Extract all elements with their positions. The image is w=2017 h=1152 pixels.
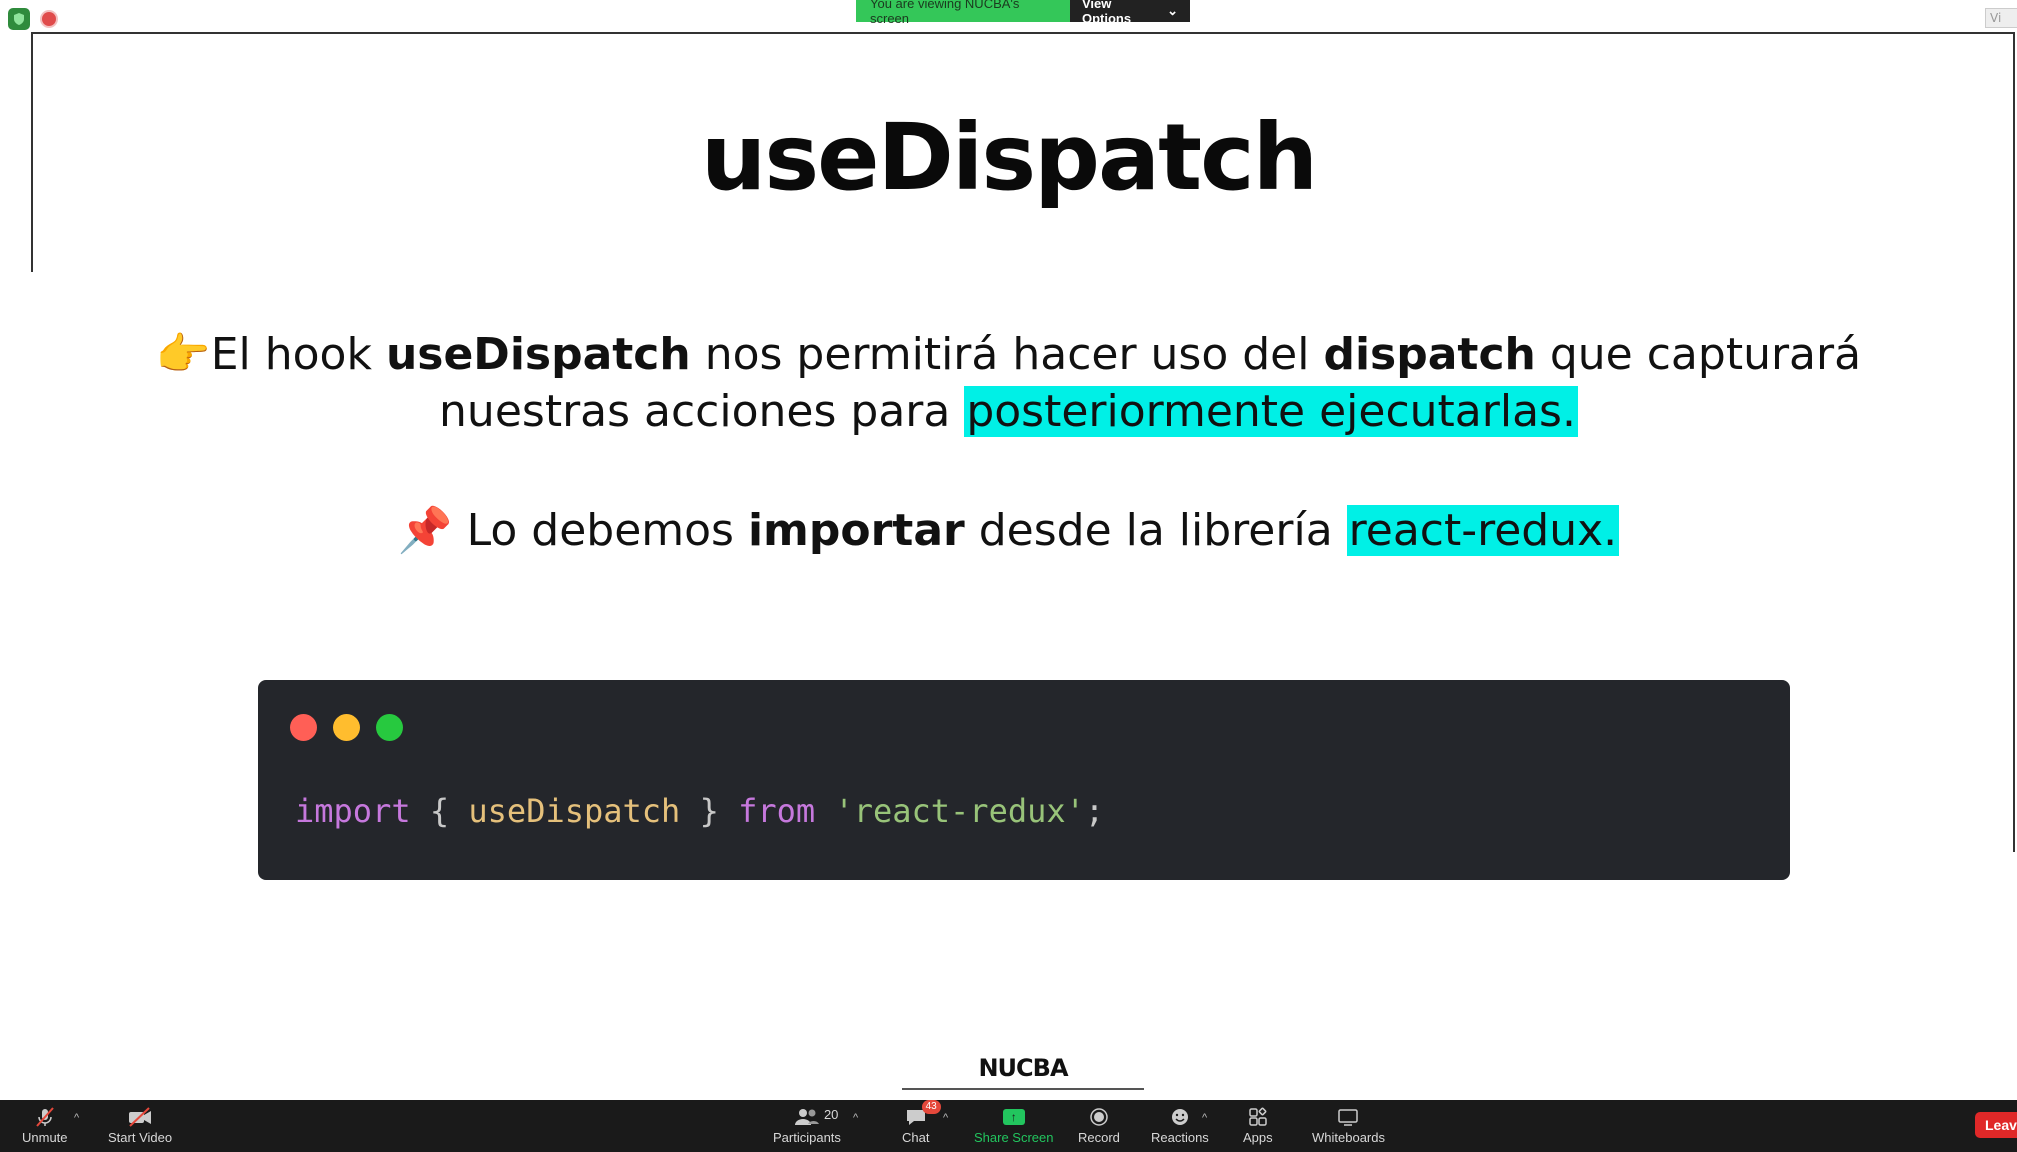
view-toggle-button[interactable]: Vi — [1985, 8, 2017, 28]
chat-icon: 43 — [905, 1100, 941, 1130]
chat-button[interactable]: 43 Chat — [902, 1100, 941, 1145]
video-off-icon — [127, 1104, 153, 1130]
text: El hook — [210, 329, 386, 380]
apps-button[interactable]: Apps — [1243, 1104, 1273, 1145]
text: Lo debemos — [452, 505, 748, 556]
text: nuestras acciones para — [439, 386, 965, 437]
unmute-button[interactable]: Unmute — [22, 1104, 68, 1145]
code-keyword: import — [295, 792, 411, 830]
whiteboard-icon — [1337, 1104, 1359, 1130]
whiteboards-button[interactable]: Whiteboards — [1312, 1104, 1385, 1145]
apps-icon — [1248, 1104, 1268, 1130]
chevron-up-icon[interactable]: ^ — [853, 1112, 858, 1124]
chevron-down-icon: ⌄ — [1167, 3, 1178, 18]
smiley-icon — [1170, 1104, 1190, 1130]
apps-label: Apps — [1243, 1130, 1273, 1145]
highlight-text: posteriormente ejecutarlas. — [964, 386, 1578, 437]
brand-logo: NUCBA — [978, 1054, 1068, 1082]
brand-underline — [902, 1088, 1144, 1090]
leave-label: Leave — [1985, 1117, 2017, 1133]
code-punct: { — [410, 792, 469, 830]
participants-count: 20 — [823, 1107, 839, 1122]
text-bold: dispatch — [1323, 329, 1536, 380]
share-screen-icon-wrap: ↑ — [1002, 1104, 1025, 1130]
code-line: import { useDispatch } from 'react-redux… — [295, 792, 1104, 830]
share-screen-label: Share Screen — [974, 1130, 1054, 1145]
slide-title: useDispatch — [700, 104, 1318, 211]
share-screen-icon: ↑ — [1002, 1109, 1025, 1125]
share-screen-button[interactable]: ↑ Share Screen — [974, 1104, 1054, 1145]
code-keyword: from — [738, 792, 816, 830]
pushpin-icon: 📌 — [397, 505, 453, 556]
slide-paragraph-1: 👉El hook useDispatch nos permitirá hacer… — [0, 328, 2017, 380]
meeting-toolbar: Unmute ^ Start Video 20 Participants ^ 4… — [0, 1100, 2017, 1152]
chat-label: Chat — [902, 1130, 930, 1145]
muted-mic-icon — [34, 1104, 56, 1130]
recording-icon — [42, 12, 56, 26]
participants-button[interactable]: 20 Participants — [773, 1104, 841, 1145]
slide-paragraph-1-cont: nuestras acciones para posteriormente ej… — [0, 386, 2017, 437]
view-toggle-label: Vi — [1990, 11, 2002, 25]
participants-label: Participants — [773, 1130, 841, 1145]
chevron-up-icon[interactable]: ^ — [74, 1112, 79, 1124]
chevron-up-icon[interactable]: ^ — [1202, 1112, 1207, 1124]
text: nos permitirá hacer uso del — [690, 329, 1324, 380]
text: desde la librería — [964, 505, 1347, 556]
record-button[interactable]: Record — [1078, 1104, 1120, 1145]
top-left-icons — [8, 8, 56, 30]
reactions-label: Reactions — [1151, 1130, 1209, 1145]
text: que capturará — [1535, 329, 1862, 380]
slide-paragraph-2: 📌 Lo debemos importar desde la librería … — [0, 504, 2017, 556]
shield-icon[interactable] — [8, 8, 30, 30]
record-icon — [1089, 1104, 1109, 1130]
whiteboards-label: Whiteboards — [1312, 1130, 1385, 1145]
viewing-text: You are viewing NUCBA's screen — [856, 0, 1070, 26]
view-options-button[interactable]: View Options ⌄ — [1070, 0, 1190, 26]
chat-badge: 43 — [921, 1100, 941, 1114]
unmute-label: Unmute — [22, 1130, 68, 1145]
viewing-banner: You are viewing NUCBA's screen View Opti… — [856, 0, 1190, 26]
start-video-button[interactable]: Start Video — [108, 1104, 172, 1145]
code-block: import { useDispatch } from 'react-redux… — [258, 680, 1790, 880]
code-string: 'react-redux' — [834, 792, 1085, 830]
yellow-dot-icon — [333, 714, 360, 741]
highlight-text: react-redux. — [1346, 505, 1620, 556]
window-dots — [290, 714, 403, 741]
chevron-up-icon[interactable]: ^ — [943, 1112, 948, 1124]
text-bold: importar — [747, 505, 965, 556]
pointing-hand-icon: 👉 — [155, 329, 211, 380]
red-dot-icon — [290, 714, 317, 741]
leave-button[interactable]: Leave — [1975, 1112, 2017, 1138]
code-identifier: useDispatch — [468, 792, 681, 830]
view-options-label: View Options — [1082, 0, 1132, 26]
green-dot-icon — [376, 714, 403, 741]
start-video-label: Start Video — [108, 1130, 173, 1145]
text-bold: useDispatch — [385, 329, 691, 380]
participants-icon: 20 — [794, 1104, 838, 1130]
record-label: Record — [1078, 1130, 1120, 1145]
code-punct: ; — [1084, 792, 1105, 830]
code-punct: } — [680, 792, 739, 830]
reactions-button[interactable]: Reactions — [1151, 1104, 1209, 1145]
